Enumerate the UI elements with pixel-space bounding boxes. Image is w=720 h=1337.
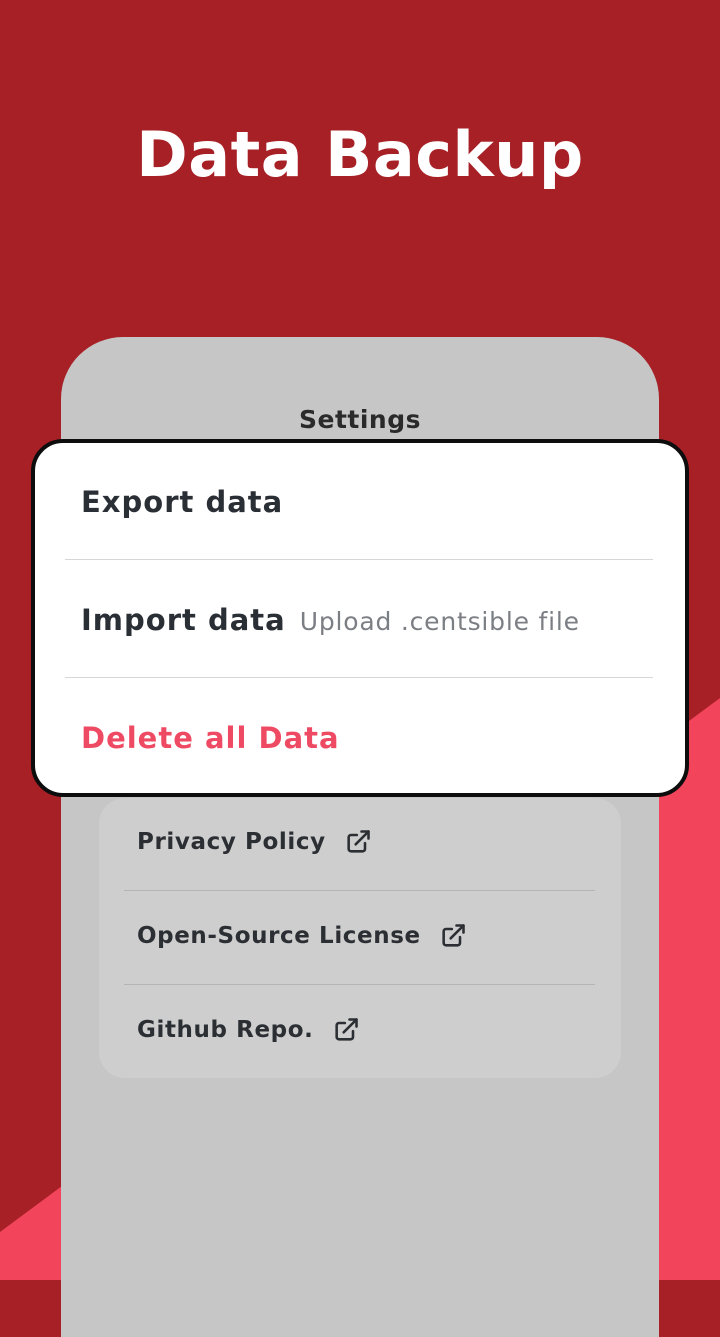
link-label: Privacy Policy <box>137 829 326 855</box>
delete-all-data-button[interactable]: Delete all Data <box>81 721 340 755</box>
export-data-button[interactable]: Export data <box>81 485 283 519</box>
open-source-license-link[interactable]: Open-Source License <box>137 922 467 950</box>
settings-title: Settings <box>298 405 421 434</box>
divider <box>65 559 653 560</box>
external-link-icon <box>347 830 370 853</box>
link-label: Github Repo. <box>137 1017 314 1043</box>
hero-title: Data Backup <box>136 118 584 191</box>
data-backup-dialog: Export data Import data Upload .centsible… <box>31 439 689 797</box>
link-label: Open-Source License <box>137 923 421 949</box>
external-link-icon <box>442 924 465 947</box>
divider <box>124 984 595 985</box>
divider <box>124 890 595 891</box>
links-card: Privacy Policy Open-Source License Githu… <box>99 798 621 1078</box>
privacy-policy-link[interactable]: Privacy Policy <box>137 828 372 856</box>
github-repo-link[interactable]: Github Repo. <box>137 1016 360 1044</box>
import-data-button[interactable]: Import data Upload .centsible file <box>81 603 580 637</box>
import-data-label: Import data <box>81 603 286 637</box>
divider <box>65 677 653 678</box>
import-data-hint: Upload .centsible file <box>299 607 580 636</box>
external-link-icon <box>334 1018 358 1041</box>
